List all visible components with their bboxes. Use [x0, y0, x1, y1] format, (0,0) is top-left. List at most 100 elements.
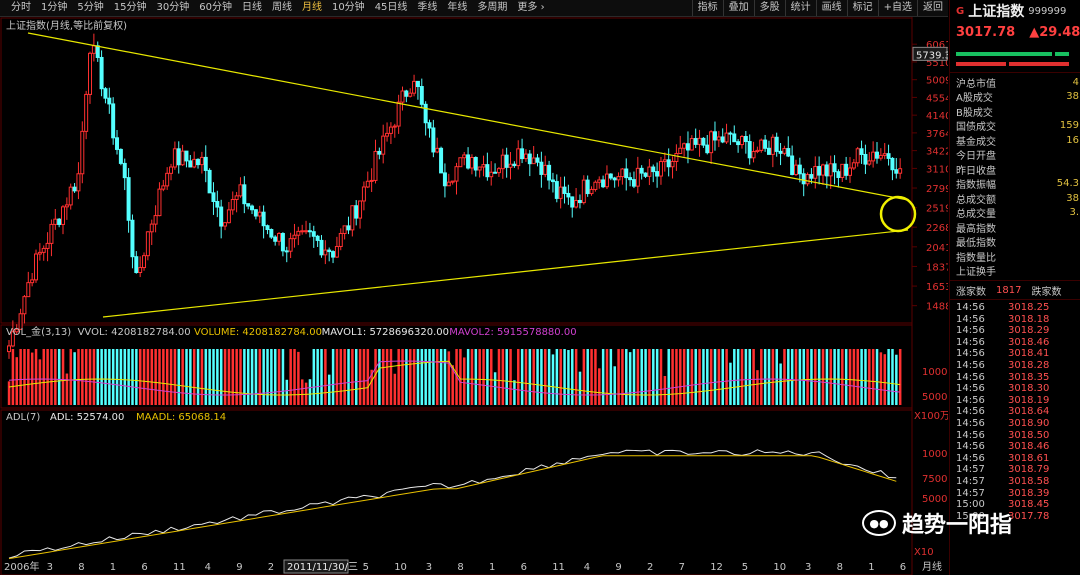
tick-row: 14:56 3018.64	[956, 406, 1050, 418]
candle-body	[111, 103, 116, 139]
period-tab[interactable]: 45日线	[370, 0, 413, 16]
toolbar-button[interactable]: 标记	[846, 0, 878, 16]
volume-bar	[497, 349, 501, 405]
kline-chart[interactable]: 上证指数(月线,等比前复权)60615510500945544140376434…	[0, 17, 948, 575]
candle-body	[666, 159, 671, 168]
volume-bar	[127, 349, 130, 405]
tick-row: 14:56 3018.61	[956, 452, 1050, 464]
volume-bar	[864, 349, 867, 405]
y-tick-label: 3110	[926, 164, 948, 175]
volume-bar	[73, 352, 76, 405]
volume-bar	[513, 380, 516, 405]
volume-bar	[613, 366, 616, 405]
volume-bar	[351, 349, 354, 405]
volume-bar	[192, 349, 196, 405]
volume-bar	[142, 349, 146, 405]
candle-body	[701, 137, 706, 146]
period-tab[interactable]: 分时	[6, 0, 36, 16]
volume-bar	[536, 349, 539, 405]
candle-body	[577, 199, 582, 204]
candle-body	[801, 173, 806, 185]
period-tab[interactable]: 日线	[237, 0, 267, 16]
volume-bar	[898, 349, 902, 405]
volume-bar	[366, 349, 370, 405]
candle-body	[859, 148, 864, 155]
volume-bar	[871, 349, 875, 405]
candle-body	[759, 139, 764, 151]
volume-bar	[397, 349, 400, 405]
volume-bar	[590, 349, 593, 405]
candle-body	[396, 101, 401, 127]
volume-bar	[189, 349, 192, 405]
volume-bar	[486, 349, 489, 405]
candle-body	[882, 153, 887, 156]
candle-body	[412, 80, 417, 94]
candle-body	[219, 206, 224, 227]
candle-body	[766, 147, 771, 155]
period-tab[interactable]: 1分钟	[36, 0, 72, 16]
quote-field: 最低指数	[956, 238, 996, 250]
volume-bar	[173, 349, 177, 405]
candle-body	[739, 136, 744, 146]
volume-bar	[38, 359, 42, 405]
tick-row: 14:56 3018.46	[956, 336, 1050, 348]
period-tab[interactable]: 5分钟	[72, 0, 108, 16]
candle-body	[786, 148, 791, 157]
candle-body	[763, 139, 768, 149]
volume-bar	[463, 357, 466, 405]
candle-body	[705, 144, 710, 154]
candle-body	[118, 148, 123, 164]
tick-row: 14:56 3018.29	[956, 325, 1050, 337]
period-tab[interactable]: 年线	[442, 0, 472, 16]
candle-body	[95, 45, 100, 58]
period-tab[interactable]: 60分钟	[194, 0, 237, 16]
toolbar-button[interactable]: +自选	[877, 0, 917, 16]
candle-body	[539, 161, 544, 175]
toolbar-button[interactable]: 多股	[753, 0, 785, 16]
period-tab[interactable]: 月线	[297, 0, 327, 16]
period-tab[interactable]: 15分钟	[109, 0, 152, 16]
toolbar-button[interactable]: 画线	[815, 0, 847, 16]
candle-body	[612, 177, 617, 181]
toolbar-button[interactable]: 统计	[784, 0, 816, 16]
volume-bar	[250, 349, 254, 405]
x-axis-label: 9	[236, 562, 242, 573]
candle-body	[682, 143, 687, 149]
y-tick-label: 2041	[926, 243, 948, 254]
main-title: 上证指数(月线,等比前复权)	[6, 19, 127, 32]
candle-body	[670, 160, 675, 168]
period-tab[interactable]: 季线	[412, 0, 442, 16]
volume-bar	[605, 349, 609, 405]
x-axis-label: 5	[363, 562, 369, 573]
candle-body	[176, 148, 181, 166]
tick-row: 14:57 3018.39	[956, 487, 1050, 499]
vol-y-label: 5000	[922, 392, 947, 403]
toolbar-button[interactable]: 返回	[917, 0, 948, 16]
candle-body	[442, 172, 447, 187]
volume-bar	[443, 349, 447, 405]
period-tab[interactable]: 30分钟	[151, 0, 194, 16]
volume-bar	[219, 349, 223, 405]
candle-body	[631, 179, 636, 187]
period-tab[interactable]: 周线	[267, 0, 297, 16]
quote-field: 今日开盘	[956, 151, 996, 163]
toolbar-button[interactable]: 叠加	[722, 0, 754, 16]
period-tab[interactable]: 10分钟	[327, 0, 370, 16]
candle-body	[628, 177, 633, 181]
volume-bar	[96, 349, 100, 405]
tick-row: 14:56 3018.28	[956, 359, 1050, 371]
volume-bar	[783, 349, 786, 405]
period-tab[interactable]: 更多 ›	[512, 0, 549, 16]
x-axis-label: 9	[615, 562, 621, 573]
toolbar-button[interactable]: 指标	[691, 0, 723, 16]
candle-body	[284, 250, 289, 253]
candle-body	[535, 157, 540, 163]
volume-bar	[19, 349, 22, 405]
tick-list[interactable]: 14:56 3018.25 14:56 3018.18 14:56 3018.29 14:5…	[950, 302, 1080, 522]
volume-bar	[628, 352, 632, 405]
volume-bar	[725, 349, 728, 405]
candle-body	[203, 156, 208, 171]
candle-body	[427, 122, 432, 129]
period-tab[interactable]: 多周期	[472, 0, 512, 16]
breadth-bars	[950, 42, 1080, 66]
